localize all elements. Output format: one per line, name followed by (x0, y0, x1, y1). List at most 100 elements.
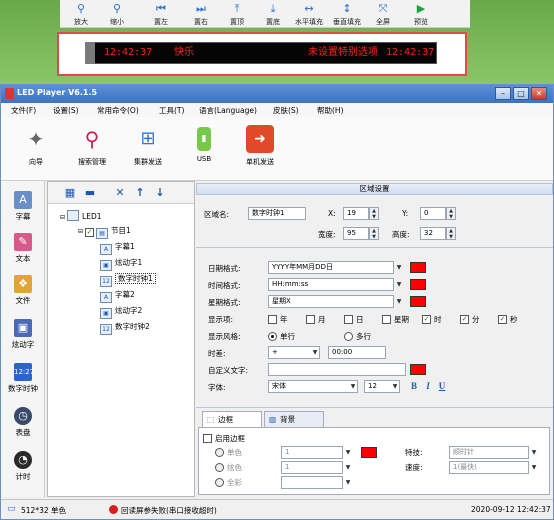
led-text-notice: 未设置特别选项 (308, 47, 378, 58)
zoom-in-button[interactable]: ⚲ 放大 (64, 0, 98, 28)
tree-node-program[interactable]: ⊟ ✓ ▤ 节目1 (78, 224, 131, 239)
minimize-button[interactable]: – (495, 87, 511, 100)
add-screen-icon[interactable]: ▦ (62, 185, 78, 201)
maximize-button[interactable]: □ (513, 87, 529, 100)
subtitle-icon: A (100, 292, 112, 303)
tool-digital-clock[interactable]: 12:27 数字时钟 (1, 361, 45, 403)
show-hour-checkbox[interactable]: ✓ (422, 315, 431, 324)
border-full-pattern-select[interactable] (281, 476, 343, 489)
tree-node-screen[interactable]: ⊟ LED1 (60, 210, 102, 224)
fullscreen-button[interactable]: ⤧ 全屏 (366, 0, 400, 28)
show-week-checkbox[interactable] (382, 315, 391, 324)
menu-help[interactable]: 帮助(H) (317, 105, 344, 116)
usb-button[interactable]: ▮ USB (177, 121, 231, 177)
border-full-radio[interactable] (215, 478, 224, 487)
bold-button[interactable]: B (408, 380, 420, 393)
fill-vertical-button[interactable]: ↕ 垂直填充 (330, 0, 364, 28)
tool-subtitle[interactable]: A 字幕 (1, 189, 45, 231)
y-spinner[interactable]: ▲ ▼ (446, 207, 456, 220)
move-down-icon[interactable]: ↓ (152, 185, 168, 201)
close-button[interactable]: ✕ (531, 87, 547, 100)
week-format-select[interactable]: 星期X (268, 295, 394, 308)
fill-horizontal-button[interactable]: ↔ 水平填充 (292, 0, 326, 28)
show-day-checkbox[interactable] (344, 315, 353, 324)
tool-text[interactable]: ✎ 文本 (1, 231, 45, 273)
status-bar: ▭ 512*32 单色 回读屏参失败(串口接收超时) 2020-09-12 12… (1, 499, 553, 519)
border-dazzle-line-select[interactable]: 1 (281, 461, 343, 474)
add-program-icon[interactable]: ▬ (82, 185, 98, 201)
width-input[interactable]: 95 (343, 227, 369, 240)
align-top-button[interactable]: ⤒ 置顶 (220, 0, 254, 28)
x-spinner[interactable]: ▲ ▼ (369, 207, 379, 220)
enable-border-checkbox[interactable] (203, 434, 212, 443)
italic-button[interactable]: I (422, 380, 434, 393)
network-icon: ⊞ (140, 128, 156, 149)
delete-icon[interactable]: ✕ (112, 185, 128, 201)
speed-select[interactable]: 1(最快) (449, 461, 529, 474)
tool-animated-text[interactable]: ▣ 炫动字 (1, 317, 45, 359)
tool-dial[interactable]: ◷ 表盘 (1, 405, 45, 447)
tab-border[interactable]: ⬚ 边框 (202, 411, 262, 427)
tool-file[interactable]: ❖ 文件 (1, 273, 45, 315)
tree-item-subtitle1[interactable]: A 字幕1 (100, 240, 135, 255)
show-month-checkbox[interactable] (306, 315, 315, 324)
tool-timer[interactable]: ◔ 计时 (1, 449, 45, 491)
show-minute-checkbox[interactable]: ✓ (460, 315, 469, 324)
chevron-down-icon: ▼ (531, 449, 537, 456)
single-line-radio[interactable] (268, 332, 277, 341)
border-color-button[interactable] (361, 447, 377, 458)
screen-icon (67, 210, 80, 221)
week-color-button[interactable] (410, 296, 426, 307)
custom-text-input[interactable] (268, 363, 406, 376)
align-bottom-button[interactable]: ⤓ 置底 (256, 0, 290, 28)
zoom-out-button[interactable]: ⚲ 缩小 (100, 0, 134, 28)
height-input[interactable]: 32 (420, 227, 446, 240)
menu-common[interactable]: 常用命令(O) (97, 105, 139, 116)
led-preview-display[interactable]: 12:42:37 快乐 未设置特别选项 12:42:37 (85, 42, 437, 64)
tree-item-clock2[interactable]: 12 数字时钟2 (100, 320, 150, 335)
align-left-button[interactable]: ⏮ 置左 (144, 0, 178, 28)
time-format-select[interactable]: HH:mm:ss (268, 278, 394, 291)
tree-item-animated2[interactable]: ▣ 炫动字2 (100, 304, 142, 319)
date-format-select[interactable]: YYYY年MM月DD日 (268, 261, 394, 274)
width-spinner[interactable]: ▲ ▼ (369, 227, 379, 240)
area-name-input[interactable]: 数字时钟1 (248, 207, 306, 220)
cluster-send-button[interactable]: ⊞ 集群发送 (121, 121, 175, 177)
led-selection-handle[interactable] (85, 42, 95, 64)
menu-settings[interactable]: 设置(S) (53, 105, 79, 116)
time-color-button[interactable] (410, 279, 426, 290)
menu-tools[interactable]: 工具(T) (159, 105, 184, 116)
align-right-button[interactable]: ⏭ 置右 (184, 0, 218, 28)
date-color-button[interactable] (410, 262, 426, 273)
preview-button[interactable]: ▶ 预览 (404, 0, 438, 28)
search-manage-button[interactable]: ⚲ 搜索管理 (65, 121, 119, 177)
y-input[interactable]: 0 (420, 207, 446, 220)
timediff-input[interactable]: 00:00 (328, 346, 386, 359)
multi-line-radio[interactable] (344, 332, 353, 341)
tree-item-clock1[interactable]: 12 数字时钟1 (100, 272, 156, 287)
align-right-icon: ⏭ (196, 2, 206, 15)
underline-button[interactable]: U (436, 380, 448, 393)
move-up-icon[interactable]: ↑ (132, 185, 148, 201)
play-icon: ▶ (416, 2, 426, 15)
font-select[interactable]: 宋体 (268, 380, 358, 393)
usb-icon: ▮ (197, 127, 211, 151)
tree-item-subtitle2[interactable]: A 字幕2 (100, 288, 135, 303)
border-single-radio[interactable] (215, 448, 224, 457)
tree-item-animated1[interactable]: ▣ 炫动字1 (100, 256, 142, 271)
x-input[interactable]: 19 (343, 207, 369, 220)
border-dazzle-radio[interactable] (215, 463, 224, 472)
custom-text-color-button[interactable] (410, 364, 426, 375)
border-single-line-select[interactable]: 1 (281, 446, 343, 459)
menu-file[interactable]: 文件(F) (11, 105, 36, 116)
show-second-checkbox[interactable]: ✓ (498, 315, 507, 324)
single-send-button[interactable]: ➜ 单机发送 (233, 121, 287, 177)
menu-skin[interactable]: 皮肤(S) (273, 105, 299, 116)
wizard-button[interactable]: ✦ 向导 (9, 121, 63, 177)
tab-background[interactable]: ▨ 背景 (264, 411, 324, 427)
effect-select[interactable]: 顺时针 (449, 446, 529, 459)
show-year-checkbox[interactable] (268, 315, 277, 324)
status-datetime: 2020-09-12 12:42:37 (471, 505, 551, 514)
menu-language[interactable]: 语言(Language) (199, 105, 257, 116)
height-spinner[interactable]: ▲ ▼ (446, 227, 456, 240)
